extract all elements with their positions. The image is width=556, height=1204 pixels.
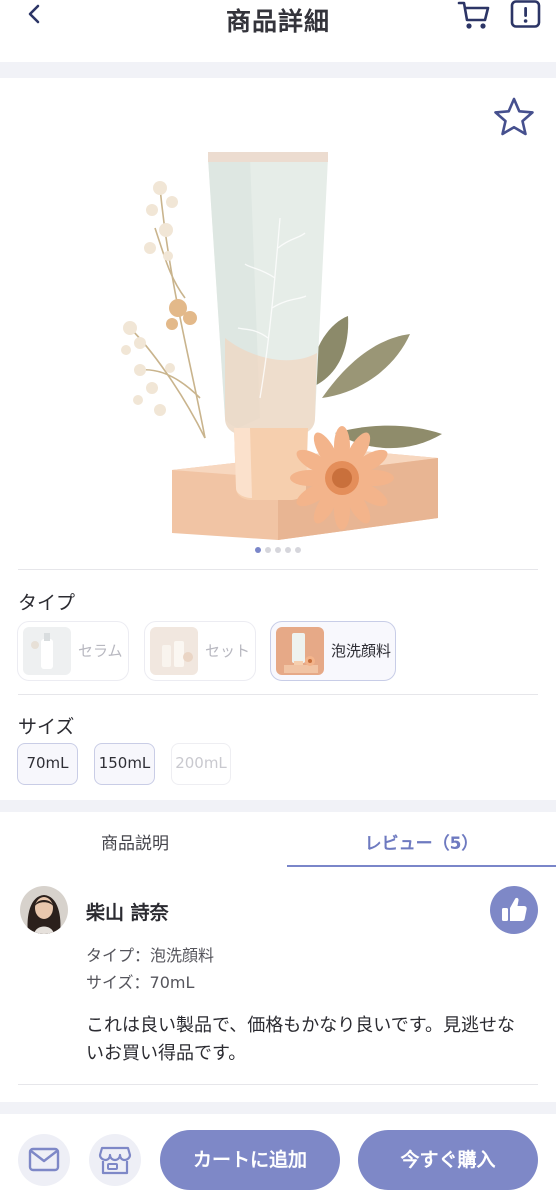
cart-button[interactable] [456, 0, 492, 32]
report-button[interactable] [510, 0, 542, 30]
tabs-panel: 商品説明 レビュー（5） 柴山 詩奈 タイプ：泡洗顔料 サイズ：70mL これは… [0, 812, 556, 1102]
thumbs-up-icon [502, 897, 527, 921]
favorite-button[interactable] [492, 96, 536, 138]
store-button[interactable] [89, 1134, 141, 1186]
type-option-serum[interactable]: セラム [17, 621, 129, 681]
divider [18, 569, 538, 570]
like-button[interactable] [490, 886, 538, 934]
tab-description[interactable]: 商品説明 [0, 812, 270, 868]
pagination-dot[interactable] [295, 547, 301, 553]
add-to-cart-button[interactable]: カートに追加 [160, 1130, 340, 1190]
image-pagination [0, 547, 556, 553]
review-size: サイズ：70mL [86, 973, 195, 992]
pagination-dot[interactable] [255, 547, 261, 553]
set-thumbnail [150, 627, 198, 675]
mail-icon [28, 1147, 60, 1172]
review-type: タイプ：泡洗顔料 [86, 946, 215, 965]
product-image[interactable] [110, 138, 450, 548]
app-header: 商品詳細 [0, 0, 556, 62]
reviewer-name: 柴山 詩奈 [86, 902, 169, 924]
pagination-dot[interactable] [275, 547, 281, 553]
size-option-150ml[interactable]: 150mL [94, 743, 155, 785]
product-photo [121, 152, 442, 540]
size-option-70ml[interactable]: 70mL [17, 743, 78, 785]
type-option-label: セット [205, 642, 251, 660]
active-tab-indicator [287, 865, 556, 867]
alert-icon [510, 0, 541, 28]
pagination-dot[interactable] [265, 547, 271, 553]
divider [18, 1084, 538, 1085]
cart-icon [457, 1, 490, 29]
pagination-dot[interactable] [285, 547, 291, 553]
type-option-set[interactable]: セット [144, 621, 256, 681]
divider [18, 694, 538, 695]
type-label: タイプ [18, 592, 76, 614]
tab-reviews[interactable]: レビュー（5） [287, 812, 556, 868]
foam-cleanser-thumbnail [276, 627, 324, 675]
serum-thumbnail [23, 627, 71, 675]
avatar [20, 886, 68, 934]
star-outline-icon [494, 97, 534, 136]
review-body: これは良い製品で、価格もかなり良いです。見逃せないお買い得品です。 [86, 1015, 515, 1064]
bottom-action-bar: カートに追加 今すぐ購入 [0, 1114, 556, 1204]
size-option-200ml: 200mL [171, 743, 231, 785]
product-card: タイプ セラム セット 泡洗顔料 サイズ 70mL 150mL 200mL [0, 78, 556, 800]
type-option-foam-cleanser[interactable]: 泡洗顔料 [270, 621, 396, 681]
store-icon [98, 1146, 132, 1175]
type-option-label: セラム [78, 642, 123, 660]
type-option-label: 泡洗顔料 [331, 642, 392, 660]
contact-button[interactable] [18, 1134, 70, 1186]
size-label: サイズ [18, 716, 75, 738]
buy-now-button[interactable]: 今すぐ購入 [358, 1130, 538, 1190]
